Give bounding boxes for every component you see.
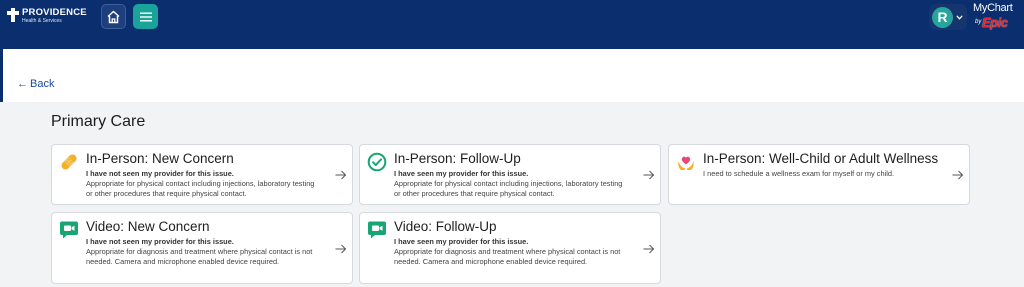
top-bar: PROVIDENCE Health & Services R MyChart b… [0,0,1024,49]
check-circle-icon [367,152,387,172]
brand-subtitle: Health & Services [22,18,62,24]
card-title: In-Person: New Concern [86,151,234,166]
card-title: In-Person: Well-Child or Adult Wellness [703,151,939,166]
mychart-by-epic-logo: MyChart by Epic [973,2,1019,32]
card-subtitle: I have seen my provider for this issue. [394,237,529,246]
card-description: Appropriate for physical contact includi… [86,179,315,198]
section-title: Primary Care [51,113,146,130]
by-text: by [975,19,982,25]
arrow-right-icon [952,170,964,180]
card-title: In-Person: Follow-Up [394,151,521,166]
card-description: Appropriate for physical contact includi… [394,179,623,198]
visit-type-card-video-new-concern[interactable]: Video: New Concern I have not seen my pr… [51,212,353,284]
visit-type-card-in-person-new-concern[interactable]: In-Person: New Concern I have not seen m… [51,144,353,205]
card-subtitle: I have seen my provider for this issue. [394,169,529,178]
back-label: Back [30,78,55,90]
bandage-icon [61,154,77,170]
card-description: I need to schedule a wellness exam for m… [703,169,895,178]
mychart-text: MyChart [973,2,1013,14]
visit-type-card-in-person-follow-up[interactable]: In-Person: Follow-Up I have seen my prov… [359,144,661,205]
avatar: R [932,6,953,28]
cross-icon [7,8,19,22]
card-subtitle: I have not seen my provider for this iss… [86,169,234,178]
visit-type-card-video-follow-up[interactable]: Video: Follow-Up I have seen my provider… [359,212,661,284]
menu-button[interactable] [133,4,158,29]
chevron-down-icon [956,14,963,20]
home-button[interactable] [101,4,126,29]
back-link[interactable]: ← Back [17,78,54,90]
back-bar [0,49,1024,102]
arrow-right-icon [643,170,655,180]
arrow-left-icon: ← [17,78,28,90]
hamburger-icon [139,12,152,21]
home-icon [107,10,120,23]
heart-hands-icon [678,156,694,170]
video-chat-icon [368,221,386,239]
account-menu[interactable]: R [929,4,967,30]
card-description: Appropriate for diagnosis and treatment … [86,247,313,266]
visit-type-card-wellness[interactable]: In-Person: Well-Child or Adult Wellness … [668,144,970,205]
video-chat-icon [60,221,78,239]
brand-name: PROVIDENCE [22,7,87,18]
arrow-right-icon [643,244,655,254]
card-title: Video: Follow-Up [394,219,497,234]
card-title: Video: New Concern [86,219,210,234]
providence-logo[interactable]: PROVIDENCE Health & Services [7,8,87,24]
card-subtitle: I have not seen my provider for this iss… [86,237,234,246]
arrow-right-icon [335,244,347,254]
epic-text: Epic [982,15,1008,30]
arrow-right-icon [335,170,347,180]
card-description: Appropriate for diagnosis and treatment … [394,247,621,266]
